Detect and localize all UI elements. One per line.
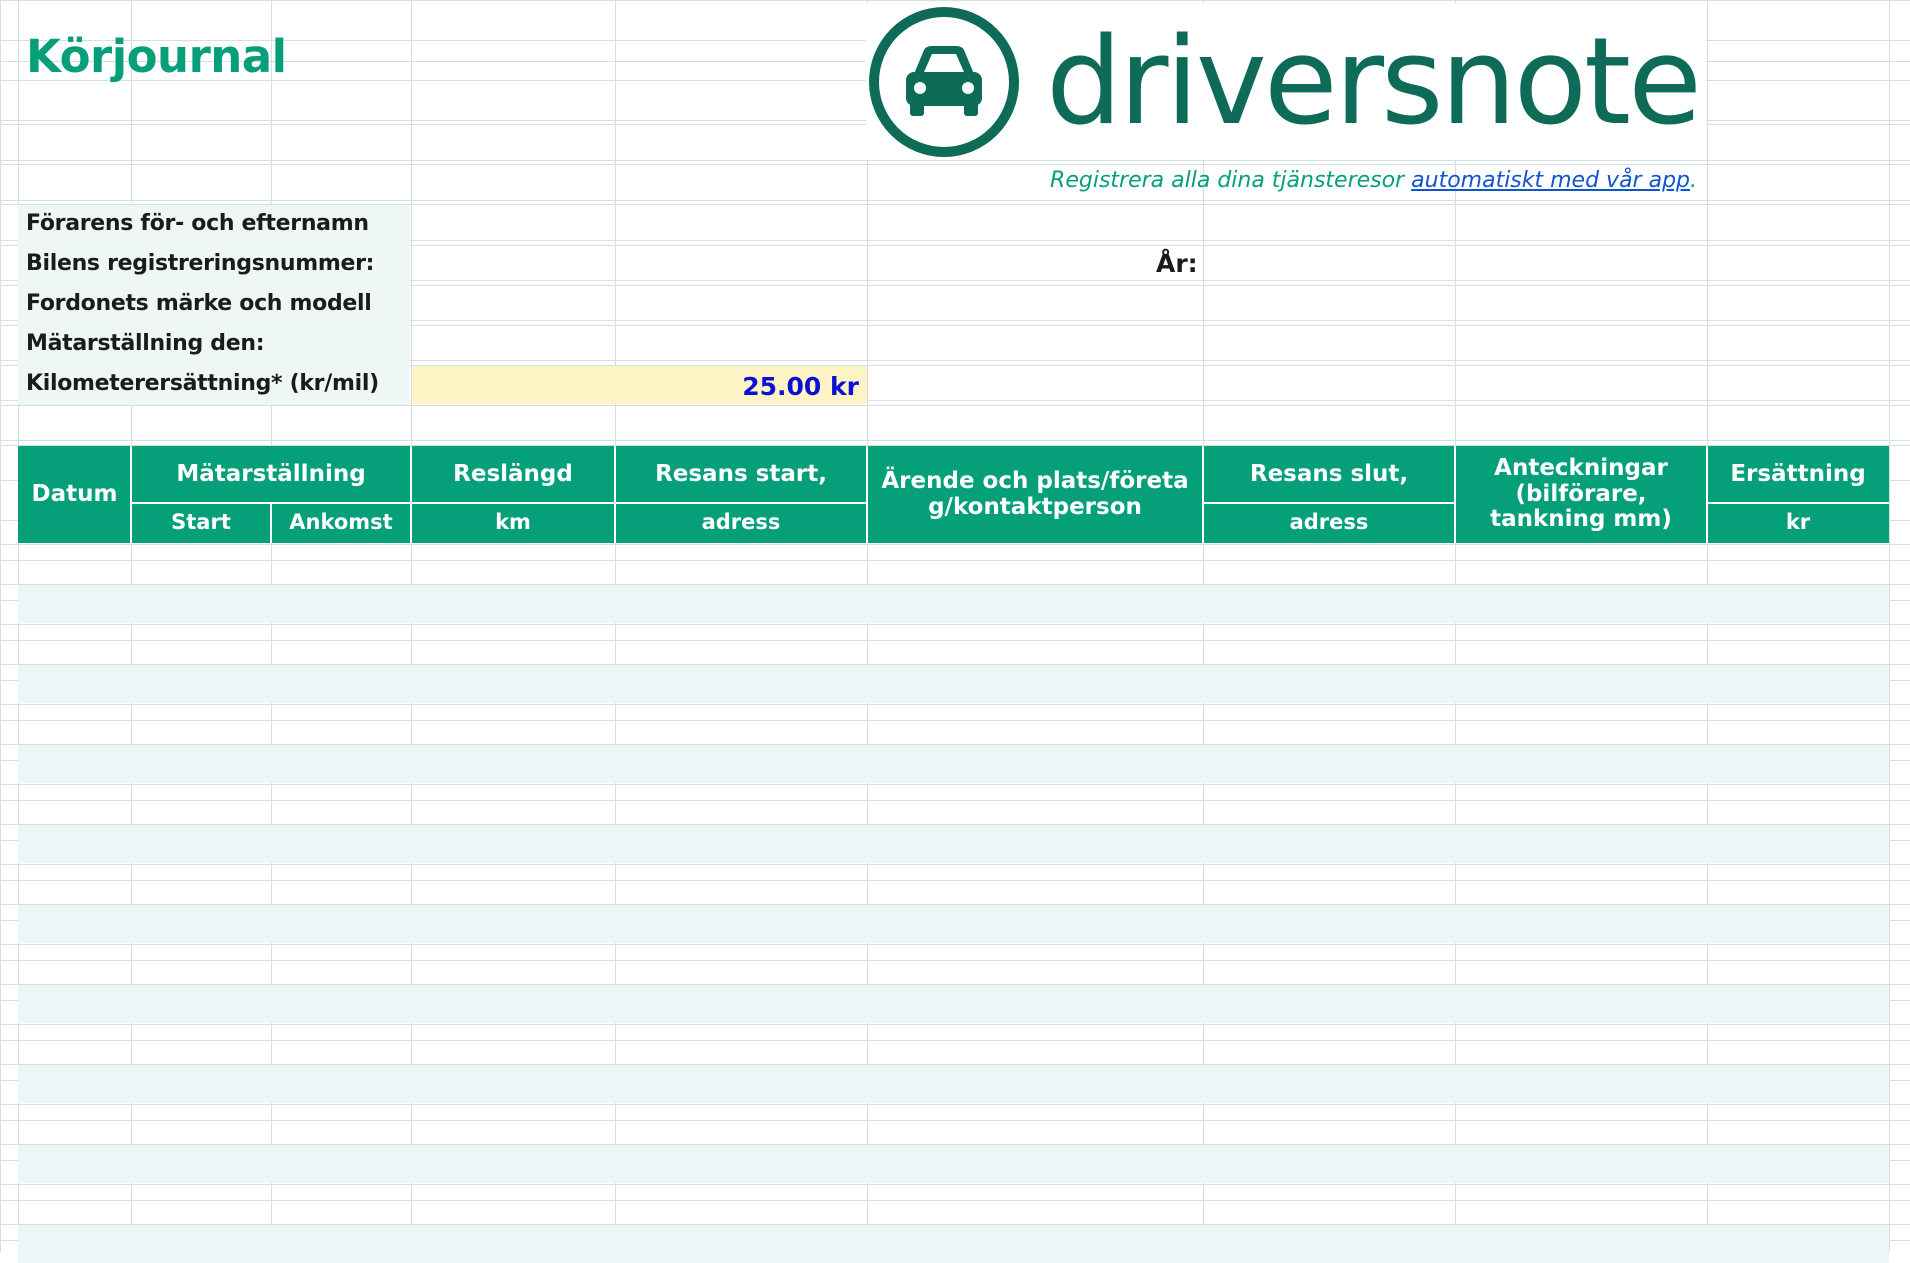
grid-line bbox=[0, 744, 1910, 745]
header-resans-start[interactable]: Resans start, bbox=[615, 446, 867, 503]
grid-line bbox=[0, 1184, 1910, 1185]
header-separator bbox=[614, 446, 616, 543]
header-arende[interactable]: Ärende och plats/företag/kontaktperson bbox=[867, 446, 1203, 543]
grid-line bbox=[0, 1224, 1910, 1225]
year-label: År: bbox=[1156, 249, 1198, 278]
grid-line bbox=[0, 824, 1910, 825]
grid-line bbox=[0, 984, 1910, 985]
header-separator bbox=[1454, 446, 1456, 543]
grid-line bbox=[0, 584, 1910, 585]
tagline-suffix: . bbox=[1690, 168, 1697, 193]
header-reslangd-unit[interactable]: km bbox=[411, 503, 615, 543]
header-separator bbox=[1203, 502, 1455, 504]
car-in-circle-icon bbox=[869, 7, 1019, 157]
grid-line bbox=[0, 1104, 1910, 1105]
brand-name: driversnote bbox=[1046, 13, 1702, 152]
registration-number-label: Bilens registreringsnummer: bbox=[26, 251, 375, 276]
row-band bbox=[18, 1064, 1889, 1103]
odometer-date-label: Mätarställning den: bbox=[26, 331, 265, 356]
grid-line bbox=[0, 544, 1910, 545]
header-resans-start-sub[interactable]: adress bbox=[615, 503, 867, 543]
row-band bbox=[18, 904, 1889, 943]
grid-line bbox=[0, 624, 1910, 625]
grid-line bbox=[0, 405, 1910, 406]
header-start[interactable]: Start bbox=[131, 503, 271, 543]
tagline-text: Registrera alla dina tjänsteresor bbox=[1050, 168, 1412, 193]
grid-line bbox=[0, 904, 1910, 905]
grid-line bbox=[0, 164, 1910, 165]
grid-line bbox=[0, 944, 1910, 945]
header-matarstallning[interactable]: Mätarställning bbox=[131, 446, 411, 503]
vehicle-model-label: Fordonets märke och modell bbox=[26, 291, 372, 316]
grid-line bbox=[0, 784, 1910, 785]
row-band bbox=[18, 984, 1889, 1023]
header-separator bbox=[410, 446, 412, 543]
row-band bbox=[18, 584, 1889, 623]
app-link[interactable]: automatiskt med vår app bbox=[1411, 168, 1690, 193]
header-separator bbox=[1202, 446, 1204, 543]
grid-line bbox=[0, 1064, 1910, 1065]
grid-line bbox=[0, 864, 1910, 865]
grid-line bbox=[0, 1024, 1910, 1025]
tagline: Registrera alla dina tjänsteresor automa… bbox=[1050, 168, 1697, 193]
row-band bbox=[18, 664, 1889, 703]
grid-line bbox=[0, 1144, 1910, 1145]
header-separator bbox=[130, 446, 132, 543]
header-separator bbox=[411, 502, 867, 504]
grid-line bbox=[0, 704, 1910, 705]
header-separator bbox=[270, 503, 272, 543]
grid-line bbox=[0, 664, 1910, 665]
header-reslangd[interactable]: Reslängd bbox=[411, 446, 615, 503]
header-separator bbox=[131, 502, 411, 504]
mileage-rate-cell[interactable]: 25.00 kr bbox=[412, 366, 867, 404]
header-datum[interactable]: Datum bbox=[18, 446, 131, 543]
row-band bbox=[18, 744, 1889, 783]
header-ersattning-unit[interactable]: kr bbox=[1707, 503, 1889, 543]
header-separator bbox=[1706, 446, 1708, 543]
header-separator bbox=[1707, 502, 1889, 504]
sheet-title: Körjournal bbox=[26, 30, 287, 83]
mileage-rate-label: Kilometerersättning* (kr/mil) bbox=[26, 371, 379, 396]
driver-name-label: Förarens för- och efternamn bbox=[26, 211, 369, 236]
header-resans-slut[interactable]: Resans slut, bbox=[1203, 446, 1455, 503]
header-ankomst[interactable]: Ankomst bbox=[271, 503, 411, 543]
mileage-rate-value: 25.00 kr bbox=[742, 372, 859, 401]
header-ersattning[interactable]: Ersättning bbox=[1707, 446, 1889, 503]
row-band bbox=[18, 824, 1889, 863]
header-separator bbox=[866, 446, 868, 543]
row-band bbox=[18, 1224, 1889, 1263]
header-resans-slut-sub[interactable]: adress bbox=[1203, 503, 1455, 543]
header-anteckningar[interactable]: Anteckningar (bilförare, tankning mm) bbox=[1455, 446, 1707, 543]
driversnote-logo: driversnote bbox=[866, 4, 1706, 160]
row-band bbox=[18, 1144, 1889, 1183]
